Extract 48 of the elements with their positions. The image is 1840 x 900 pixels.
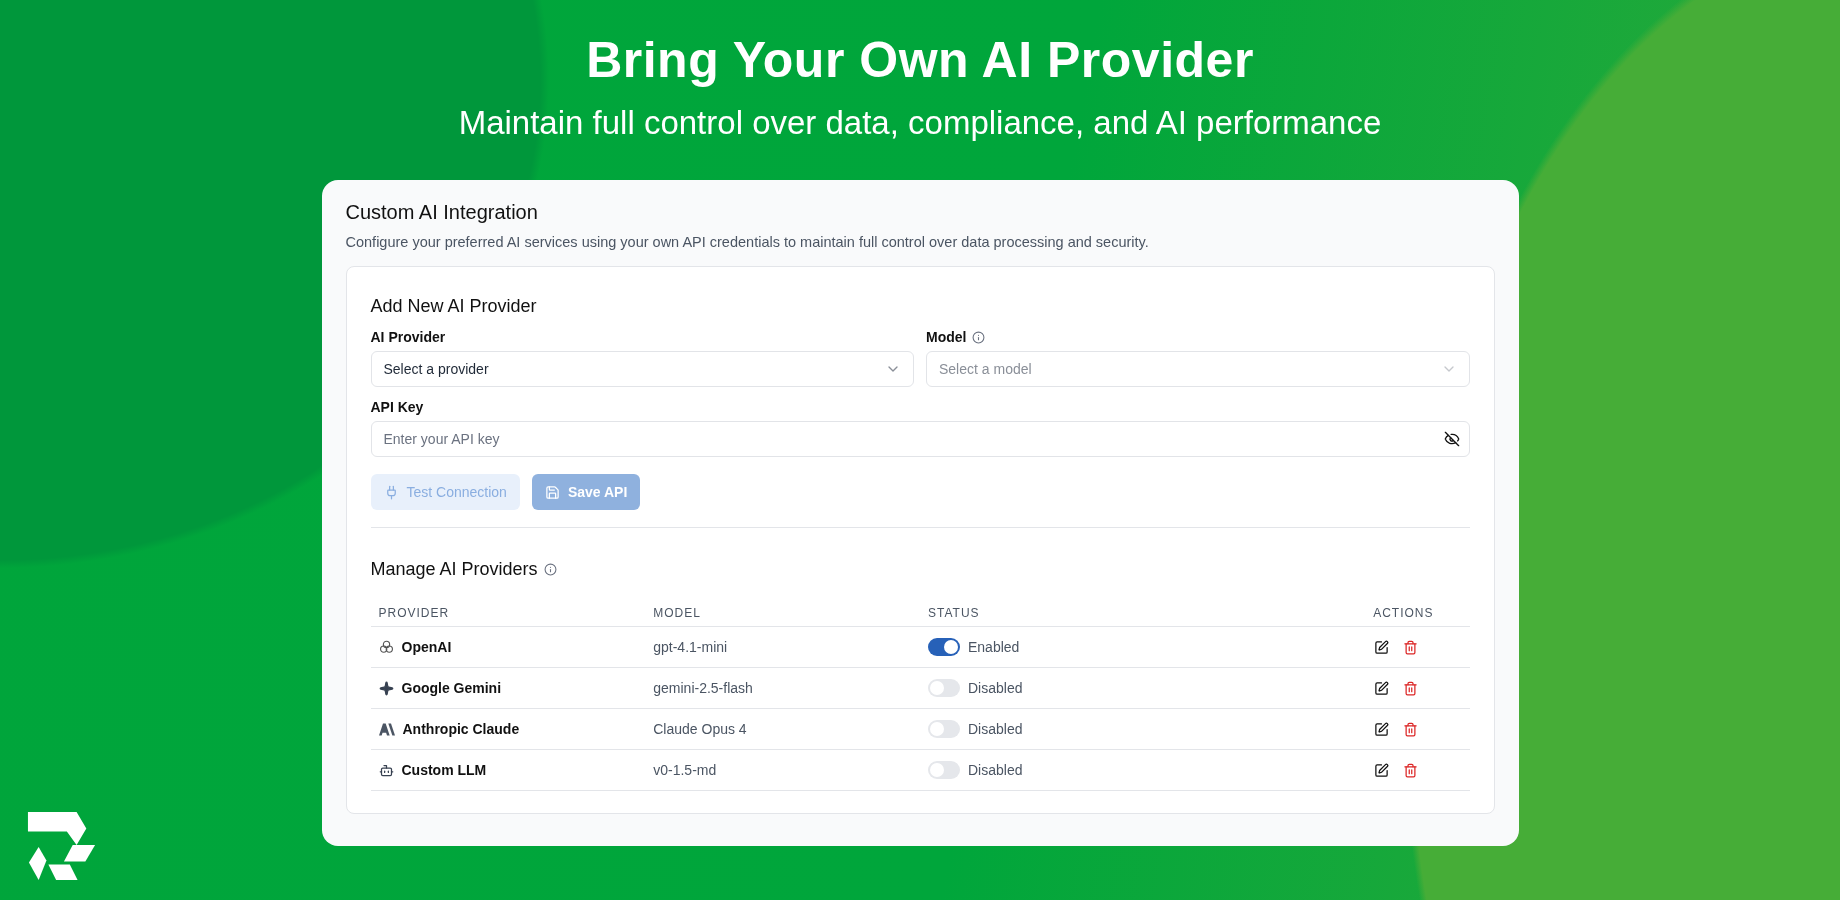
delete-icon[interactable] [1402, 762, 1418, 778]
hero-subtitle: Maintain full control over data, compliance, and AI performance [458, 103, 1382, 143]
model-name: Claude Opus 4 [653, 721, 747, 737]
delete-icon[interactable] [1402, 721, 1418, 737]
column-header: MODEL [645, 600, 920, 627]
provider-name: OpenAI [401, 639, 452, 655]
column-header: PROVIDER [370, 600, 646, 627]
model-name: v0-1.5-md [653, 762, 717, 778]
status-toggle[interactable] [928, 720, 960, 738]
status-toggle[interactable] [928, 638, 960, 656]
delete-icon[interactable] [1402, 639, 1418, 655]
hero-title: Bring Your Own AI Provider [586, 31, 1254, 90]
delete-icon[interactable] [1402, 680, 1418, 696]
info-icon[interactable] [972, 330, 986, 344]
save-icon [544, 484, 560, 500]
field-label: Model [926, 328, 967, 347]
card-description: Configure your preferred AI services using your own API credentials to maintain full control over data processing and security. [345, 233, 1150, 252]
slanted-logo-icon [378, 722, 395, 736]
card-title: Custom AI Integration [345, 200, 539, 225]
model-name: gpt-4.1-mini [653, 639, 728, 655]
robot-icon [378, 762, 394, 778]
edit-icon[interactable] [1373, 680, 1389, 696]
field-label: API Key [370, 398, 425, 417]
status-toggle[interactable] [928, 679, 960, 697]
section-heading: Manage AI Providers [370, 558, 538, 581]
logo-icon [26, 810, 98, 882]
sparkle-icon [378, 680, 394, 696]
info-icon[interactable] [543, 562, 557, 576]
status-toggle[interactable] [928, 761, 960, 779]
provider-name: Google Gemini [401, 680, 502, 696]
section-heading: Add New AI Provider [370, 295, 538, 318]
status-text: Disabled [968, 721, 1023, 737]
provider-name: Anthropic Claude [402, 721, 520, 737]
edit-icon[interactable] [1373, 721, 1389, 737]
status-text: Disabled [968, 680, 1023, 696]
edit-icon[interactable] [1373, 762, 1389, 778]
edit-icon[interactable] [1373, 639, 1389, 655]
provider-select[interactable]: Select a provider [370, 351, 914, 387]
knot-icon [378, 639, 394, 655]
eye-off-icon[interactable] [1443, 431, 1460, 447]
api-key-field[interactable]: Enter your API key [370, 421, 1470, 457]
status-text: Disabled [968, 762, 1023, 778]
provider-name: Custom LLM [401, 762, 487, 778]
status-text: Enabled [968, 639, 1020, 655]
column-header: ACTIONS [1194, 600, 1470, 627]
column-header: STATUS [920, 600, 1195, 627]
field-label: AI Provider [370, 328, 447, 347]
model-name: gemini-2.5-flash [653, 680, 753, 696]
